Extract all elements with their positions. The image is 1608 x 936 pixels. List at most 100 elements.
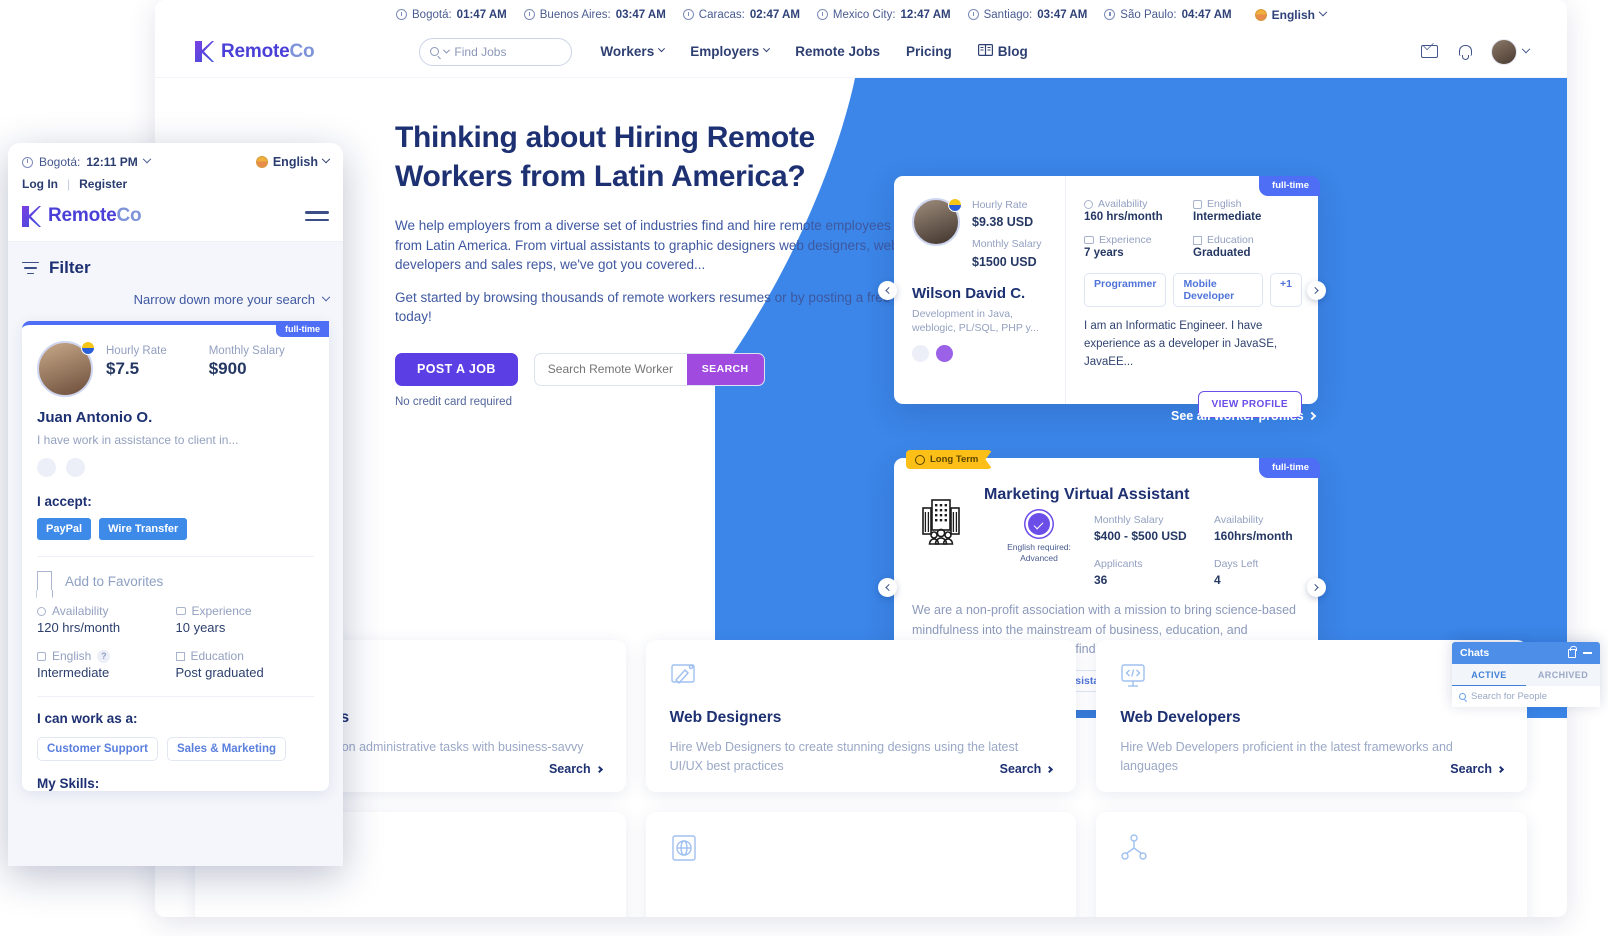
- worker-profile-card[interactable]: full-time Hourly Rate $9.38 USD Monthly …: [894, 176, 1320, 418]
- clock-icon: [816, 9, 828, 20]
- register-link[interactable]: Register: [79, 177, 127, 191]
- worker-tags: Programmer Mobile Developer +1: [1084, 273, 1302, 307]
- category-description: Hire Web Designers to create stunning de…: [669, 740, 1019, 773]
- logo-text-primary: Remote: [48, 205, 117, 226]
- category-card-partial-2[interactable]: [645, 812, 1077, 917]
- mobile-language-label: English: [272, 155, 318, 169]
- globe-icon: [255, 156, 268, 168]
- monthly-salary-label: Monthly Salary: [972, 238, 1042, 251]
- post-a-job-button[interactable]: POST A JOB: [395, 352, 518, 386]
- category-search-link[interactable]: Search: [1450, 762, 1505, 776]
- timezone-time: 03:47 AM: [1037, 8, 1088, 21]
- category-search-link[interactable]: Search: [549, 762, 603, 776]
- find-jobs-search[interactable]: Find Jobs: [419, 37, 573, 66]
- logo-mark-icon: [22, 205, 41, 227]
- help-icon[interactable]: ?: [97, 649, 111, 663]
- timezone-item: Caracas: 02:47 AM: [682, 8, 800, 21]
- meta-label: Education: [190, 649, 244, 663]
- hourly-rate-label: Hourly Rate: [972, 199, 1028, 211]
- work-as-title: I can work as a:: [37, 711, 138, 726]
- chevron-down-icon: [763, 45, 771, 53]
- chevron-down-icon: [1521, 44, 1531, 53]
- meta-label: Availability: [1098, 198, 1148, 210]
- logo[interactable]: RemoteCo: [195, 41, 315, 63]
- meta-value: Intermediate: [37, 665, 110, 680]
- nav-item-workers[interactable]: Workers: [600, 44, 666, 59]
- mobile-card-icons: [37, 458, 314, 477]
- logo-mark-icon: [195, 41, 214, 62]
- hamburger-menu-icon[interactable]: [305, 211, 329, 221]
- meta-label: Applicants: [1094, 557, 1143, 570]
- mobile-logo[interactable]: RemoteCo: [22, 205, 142, 227]
- search-remote-worker[interactable]: SEARCH: [533, 352, 765, 386]
- mail-icon[interactable]: [1421, 45, 1438, 58]
- profile-icon[interactable]: [66, 458, 85, 477]
- job-carousel-next[interactable]: [1307, 578, 1326, 597]
- meta-label: Days Left: [1214, 557, 1259, 570]
- tag[interactable]: Mobile Developer: [1173, 273, 1264, 307]
- category-search-link[interactable]: Search: [1000, 762, 1054, 776]
- nav-item-pricing[interactable]: Pricing: [906, 44, 952, 59]
- category-card-partial-3[interactable]: [1096, 812, 1527, 917]
- language-selector[interactable]: English: [1254, 7, 1328, 22]
- nav-item-blog[interactable]: Blog: [977, 44, 1028, 59]
- job-carousel-prev[interactable]: [878, 578, 897, 597]
- code-monitor-icon: [1120, 664, 1148, 694]
- chip[interactable]: Sales & Marketing: [166, 737, 287, 761]
- chevron-down-icon: [443, 46, 451, 54]
- narrow-search-toggle[interactable]: Narrow down more your search: [22, 292, 331, 307]
- chevron-down-icon: [658, 45, 666, 53]
- tab-active[interactable]: ACTIVE: [1452, 664, 1526, 686]
- timezone-city: Caracas:: [698, 8, 745, 21]
- categories-row-1: Virtual Assistants Hire VAs to save time…: [195, 640, 1527, 792]
- add-to-favorites-button[interactable]: Add to Favorites: [37, 557, 314, 604]
- search-remote-worker-input[interactable]: [534, 353, 687, 385]
- mobile-worker-card[interactable]: full-time Hourly Rate $7.5 Monthly Salar…: [22, 321, 329, 791]
- search-button[interactable]: SEARCH: [686, 353, 764, 385]
- worker-carousel-prev[interactable]: [878, 281, 897, 300]
- status-badge: full-time: [276, 321, 329, 337]
- worker-bio: I have work in assistance to client in..…: [37, 433, 239, 447]
- minimize-icon[interactable]: [1583, 652, 1592, 654]
- desktop-window: Bogotá: 01:47 AM Buenos Aires: 03:47 AM …: [155, 0, 1567, 917]
- avatar: [912, 198, 962, 246]
- timezone-time: 12:47 AM: [900, 8, 951, 21]
- chat-icon[interactable]: [37, 458, 56, 477]
- hero-text-block: Thinking about Hiring Remote Workers fro…: [395, 118, 915, 408]
- chat-icon[interactable]: [912, 345, 929, 363]
- chevron-right-icon: [1046, 765, 1054, 773]
- filter-header[interactable]: Filter: [22, 258, 329, 278]
- divider: |: [67, 177, 71, 191]
- category-card-web-designers[interactable]: Web Designers Hire Web Designers to crea…: [645, 640, 1077, 792]
- worker-carousel-next[interactable]: [1307, 281, 1326, 300]
- nav-item-employers[interactable]: Employers: [690, 44, 771, 59]
- mobile-language-selector[interactable]: English: [255, 154, 331, 169]
- language-label: English: [1271, 7, 1315, 22]
- timezone-city: Buenos Aires:: [539, 8, 611, 21]
- category-title: Web Developers: [1120, 709, 1241, 726]
- bell-icon[interactable]: [1458, 45, 1472, 60]
- chat-search[interactable]: Search for People: [1452, 686, 1600, 707]
- worker-rate-block: Hourly Rate $9.38 USD Monthly Salary $15…: [912, 198, 1053, 271]
- tab-archived[interactable]: ARCHIVED: [1526, 664, 1600, 686]
- login-link[interactable]: Log In: [22, 177, 58, 191]
- find-jobs-placeholder: Find Jobs: [454, 44, 507, 59]
- meta-value: 36: [1094, 572, 1108, 587]
- tag-more[interactable]: +1: [1270, 273, 1302, 307]
- chat-widget[interactable]: Chats ACTIVE ARCHIVED Search for People: [1452, 642, 1600, 707]
- lock-icon[interactable]: [1568, 646, 1578, 658]
- tag[interactable]: Programmer: [1084, 273, 1167, 307]
- category-title: Web Designers: [669, 709, 782, 726]
- chip[interactable]: Customer Support: [37, 737, 158, 761]
- see-all-worker-profiles-link[interactable]: See all worker profiles: [1171, 409, 1316, 423]
- chevron-down-icon: [321, 292, 331, 301]
- account-menu[interactable]: [1491, 38, 1531, 65]
- nav-item-remote-jobs[interactable]: Remote Jobs: [795, 44, 880, 59]
- chat-header[interactable]: Chats: [1452, 642, 1600, 664]
- timezone-city: Bogotá:: [412, 8, 452, 21]
- mobile-city-selector[interactable]: Bogotá: 12:11 PM: [22, 154, 151, 169]
- profile-icon[interactable]: [936, 345, 953, 363]
- monthly-salary-value: $900: [208, 359, 247, 378]
- checkbox-icon: [1193, 199, 1202, 209]
- worker-bio: I am an Informatic Engineer. I have expe…: [1084, 320, 1278, 368]
